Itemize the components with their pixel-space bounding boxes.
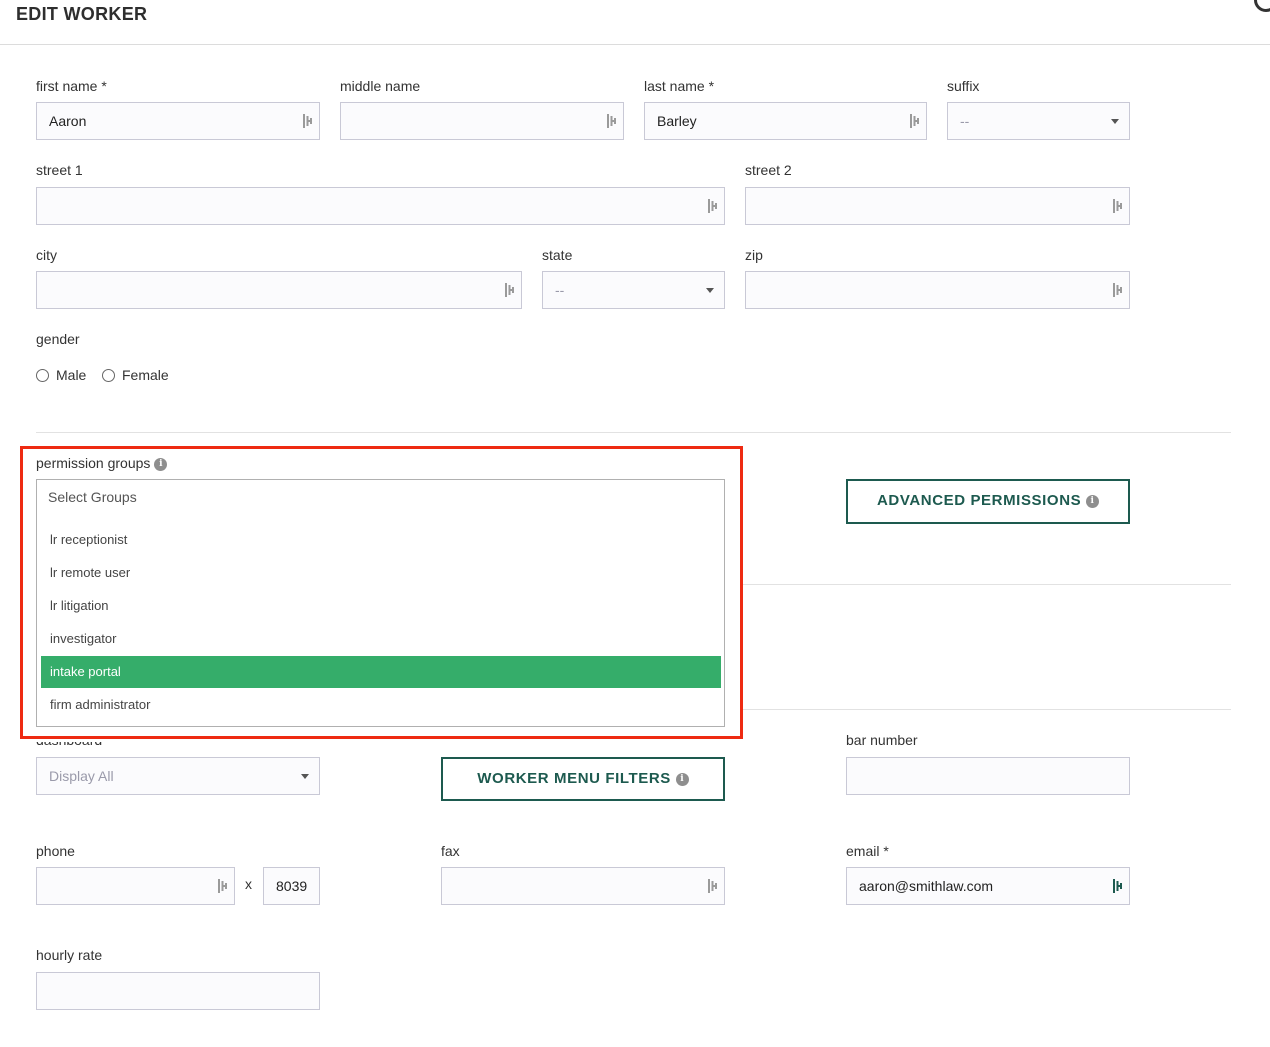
city-field[interactable]	[36, 271, 522, 309]
keyboard-shortcut-icon	[708, 199, 718, 213]
street2-field[interactable]	[745, 187, 1130, 225]
chevron-down-icon	[706, 288, 714, 293]
dashboard-value: Display All	[49, 768, 114, 784]
first-name-label: first name *	[36, 78, 107, 94]
last-name-label: last name *	[644, 78, 715, 94]
first-name-field[interactable]: Aaron	[36, 102, 320, 140]
email-label: email *	[846, 843, 889, 859]
page-title: EDIT WORKER	[16, 4, 148, 24]
phone-extension-separator: x	[245, 876, 252, 892]
close-icon[interactable]	[1254, 0, 1270, 12]
keyboard-shortcut-icon	[607, 114, 617, 128]
zip-label: zip	[745, 247, 763, 263]
phone-extension-field[interactable]: 8039	[263, 867, 320, 905]
suffix-value: --	[960, 113, 970, 129]
suffix-select[interactable]: --	[947, 102, 1130, 140]
advanced-permissions-label: ADVANCED PERMISSIONS	[876, 492, 1082, 509]
keyboard-shortcut-icon	[1113, 879, 1123, 893]
state-label: state	[542, 247, 573, 263]
chevron-down-icon	[301, 774, 309, 779]
email-field[interactable]: aaron@smithlaw.com	[846, 867, 1130, 905]
city-label: city	[36, 247, 57, 263]
gender-label: gender	[36, 331, 80, 347]
info-icon: i	[1086, 494, 1100, 508]
phone-field[interactable]	[36, 867, 235, 905]
zip-field[interactable]	[745, 271, 1130, 309]
section-divider	[36, 432, 1231, 433]
phone-extension-value: 8039	[276, 878, 308, 894]
middle-name-label: middle name	[340, 78, 421, 94]
state-value: --	[555, 282, 565, 298]
dashboard-select[interactable]: Display All	[36, 757, 320, 795]
street2-label: street 2	[745, 162, 792, 178]
advanced-permissions-button[interactable]: ADVANCED PERMISSIONS i	[846, 479, 1130, 524]
worker-menu-filters-button[interactable]: WORKER MENU FILTERS i	[441, 757, 725, 801]
keyboard-shortcut-icon	[1113, 199, 1123, 213]
first-name-value: Aaron	[49, 113, 87, 129]
fax-field[interactable]	[441, 867, 725, 905]
section-divider	[743, 709, 1231, 710]
gender-male-label[interactable]: Male	[56, 367, 86, 383]
bar-number-label: bar number	[846, 732, 918, 748]
worker-menu-filters-label: WORKER MENU FILTERS	[477, 770, 671, 787]
gender-male-radio[interactable]	[36, 369, 49, 382]
last-name-value: Barley	[657, 113, 697, 129]
street1-label: street 1	[36, 162, 83, 178]
chevron-down-icon	[1111, 119, 1119, 124]
last-name-field[interactable]: Barley	[644, 102, 927, 140]
state-select[interactable]: --	[542, 271, 725, 309]
phone-label: phone	[36, 843, 75, 859]
keyboard-shortcut-icon	[303, 114, 313, 128]
email-value: aaron@smithlaw.com	[859, 878, 994, 894]
header-divider	[0, 44, 1270, 45]
suffix-label: suffix	[947, 78, 980, 94]
bar-number-field[interactable]	[846, 757, 1130, 795]
hourly-rate-field[interactable]	[36, 972, 320, 1010]
fax-label: fax	[441, 843, 460, 859]
keyboard-shortcut-icon	[1113, 283, 1123, 297]
highlight-annotation-box	[20, 446, 743, 739]
keyboard-shortcut-icon	[910, 114, 920, 128]
street1-field[interactable]	[36, 187, 725, 225]
middle-name-field[interactable]	[340, 102, 624, 140]
hourly-rate-label: hourly rate	[36, 947, 103, 963]
keyboard-shortcut-icon	[708, 879, 718, 893]
info-icon: i	[675, 772, 689, 786]
gender-female-label[interactable]: Female	[122, 367, 169, 383]
keyboard-shortcut-icon	[218, 879, 228, 893]
section-divider	[743, 584, 1231, 585]
gender-female-radio[interactable]	[102, 369, 115, 382]
keyboard-shortcut-icon	[505, 283, 515, 297]
